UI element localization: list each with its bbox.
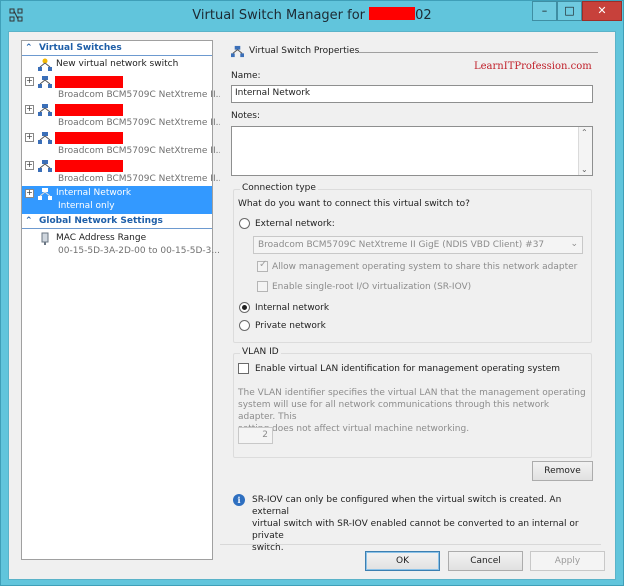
name-label: Name: <box>231 71 261 81</box>
mac-range-label: MAC Address Range <box>56 233 147 243</box>
section-divider <box>22 55 212 56</box>
switch-adapter-label: Broadcom BCM5709C NetXtreme II... <box>58 118 225 128</box>
internal-network-radio[interactable] <box>239 302 250 313</box>
section-divider <box>22 228 212 229</box>
title-bar[interactable]: Virtual Switch Manager for 02 – □ ✕ <box>1 1 623 31</box>
new-switch-item[interactable]: New virtual network switch <box>22 58 212 74</box>
internal-network-label: Internal network <box>255 303 330 313</box>
collapse-chevron-icon[interactable]: ⌃ <box>25 216 33 226</box>
dialog-client-area: ⌃ Virtual Switches New virtual network s… <box>8 31 616 580</box>
redacted-switch-name <box>55 76 123 88</box>
cancel-button[interactable]: Cancel <box>448 551 523 571</box>
virtual-switch-manager-window: Virtual Switch Manager for 02 – □ ✕ ⌃ Vi… <box>0 0 624 586</box>
vlan-description-line: system will use for all network communic… <box>238 400 550 422</box>
remove-button[interactable]: Remove <box>532 461 593 481</box>
tree-item-switch-4[interactable]: + Broadcom BCM5709C NetXtreme II... <box>22 158 224 186</box>
mac-range-value: 00-15-5D-3A-2D-00 to 00-15-5D-3... <box>58 246 220 256</box>
vlan-description: The VLAN identifier specifies the virtua… <box>238 387 588 435</box>
window-title: Virtual Switch Manager for 02 <box>192 7 432 23</box>
switch-adapter-label: Broadcom BCM5709C NetXtreme II... <box>58 90 225 100</box>
network-switch-icon <box>38 188 52 200</box>
switch-adapter-label: Broadcom BCM5709C NetXtreme II... <box>58 146 225 156</box>
new-switch-label: New virtual network switch <box>56 59 179 69</box>
maximize-button[interactable]: □ <box>557 1 582 21</box>
info-line: virtual switch with SR-IOV enabled canno… <box>252 519 579 541</box>
tree-item-switch-3[interactable]: + Broadcom BCM5709C NetXtreme II... <box>22 130 224 158</box>
network-switch-icon <box>38 104 52 116</box>
switch-tree[interactable]: ⌃ Virtual Switches New virtual network s… <box>21 40 224 560</box>
allow-mgmt-checkbox[interactable]: ✓ <box>257 259 268 272</box>
external-adapter-select[interactable]: Broadcom BCM5709C NetXtreme II GigE (NDI… <box>253 236 583 254</box>
switch-properties-panel: Virtual Switch Properties Name: Internal… <box>220 40 601 553</box>
switch-adapter-label: Broadcom BCM5709C NetXtreme II... <box>58 174 225 184</box>
footer-divider <box>220 544 601 545</box>
sriov-info-text: SR-IOV can only be configured when the v… <box>252 494 597 554</box>
network-switch-icon <box>38 160 52 172</box>
virtual-switches-header-label: Virtual Switches <box>39 43 122 53</box>
header-rule <box>358 52 598 53</box>
collapse-chevron-icon[interactable]: ⌃ <box>25 43 33 53</box>
expand-plus-icon[interactable]: + <box>25 105 34 114</box>
sriov-checkbox[interactable] <box>257 281 268 292</box>
redacted-switch-name <box>55 132 123 144</box>
network-switch-icon <box>231 45 244 58</box>
name-input[interactable]: Internal Network <box>231 85 593 103</box>
notes-scrollbar[interactable]: ⌃ ⌄ <box>578 127 592 175</box>
scroll-up-icon[interactable]: ⌃ <box>581 128 588 137</box>
notes-textarea[interactable]: ⌃ ⌄ <box>231 126 593 176</box>
vlan-id-group: VLAN ID Enable virtual LAN identificatio… <box>233 347 592 458</box>
enable-vlan-label: Enable virtual LAN identification for ma… <box>255 364 561 374</box>
global-network-settings-label: Global Network Settings <box>39 216 163 226</box>
external-network-radio[interactable] <box>239 218 250 229</box>
redacted-switch-name <box>55 104 123 116</box>
adapter-select-value: Broadcom BCM5709C NetXtreme II GigE (NDI… <box>258 240 545 250</box>
internal-network-label: Internal Network <box>56 188 132 198</box>
tree-item-internal-network[interactable]: + Internal Network Internal only <box>22 186 212 214</box>
allow-mgmt-label: Allow management operating system to sha… <box>272 262 578 272</box>
private-network-label: Private network <box>255 321 326 331</box>
vlan-id-title: VLAN ID <box>240 347 281 357</box>
info-line: SR-IOV can only be configured when the v… <box>252 495 562 517</box>
minimize-button[interactable]: – <box>532 1 557 21</box>
ok-button[interactable]: OK <box>365 551 440 571</box>
apply-button[interactable]: Apply <box>530 551 605 571</box>
internal-only-label: Internal only <box>58 201 115 211</box>
global-network-settings-header[interactable]: ⌃ Global Network Settings <box>22 216 212 229</box>
info-icon: i <box>233 494 245 506</box>
expand-plus-icon[interactable]: + <box>25 189 34 198</box>
network-switch-icon <box>38 76 52 88</box>
connection-question: What do you want to connect this virtual… <box>238 199 470 209</box>
connection-type-title: Connection type <box>240 183 318 193</box>
external-network-label: External network: <box>255 219 335 229</box>
redacted-switch-name <box>55 160 123 172</box>
vlan-description-line: setting does not affect virtual machine … <box>238 424 470 434</box>
chevron-down-icon: ⌄ <box>570 239 578 249</box>
sriov-label: Enable single-root I/O virtualization (S… <box>272 282 472 292</box>
watermark-text: LearnITProfession.com <box>474 61 592 72</box>
enable-vlan-checkbox[interactable] <box>238 363 249 374</box>
new-switch-icon <box>38 58 52 71</box>
expand-plus-icon[interactable]: + <box>25 161 34 170</box>
tree-item-mac-address-range[interactable]: MAC Address Range 00-15-5D-3A-2D-00 to 0… <box>22 232 220 260</box>
close-button[interactable]: ✕ <box>582 1 622 21</box>
connection-type-group: Connection type What do you want to conn… <box>233 183 592 343</box>
private-network-radio[interactable] <box>239 320 250 331</box>
expand-plus-icon[interactable]: + <box>25 77 34 86</box>
vlan-description-line: The VLAN identifier specifies the virtua… <box>238 388 586 398</box>
radio-selected-dot <box>242 305 247 310</box>
virtual-switches-header[interactable]: ⌃ Virtual Switches <box>22 43 212 56</box>
notes-label: Notes: <box>231 111 261 121</box>
tree-item-switch-2[interactable]: + Broadcom BCM5709C NetXtreme II... <box>22 102 224 130</box>
expand-plus-icon[interactable]: + <box>25 133 34 142</box>
network-adapter-icon <box>41 232 49 245</box>
redacted-host <box>369 7 416 20</box>
properties-title: Virtual Switch Properties <box>249 46 360 56</box>
checkmark-icon: ✓ <box>259 259 268 270</box>
network-switch-icon <box>38 132 52 144</box>
vlan-id-input[interactable]: 2 <box>238 427 273 444</box>
tree-item-switch-1[interactable]: + Broadcom BCM5709C NetXtreme II... <box>22 74 224 102</box>
scroll-down-icon[interactable]: ⌄ <box>581 165 588 174</box>
